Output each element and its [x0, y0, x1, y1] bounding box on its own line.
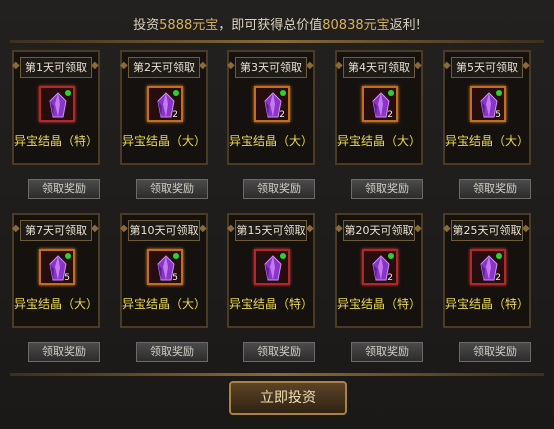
card-day-title: 第10天可领取: [128, 220, 200, 241]
claim-reward-button[interactable]: 领取奖励: [459, 179, 531, 199]
item-name: 异宝结晶（特）: [14, 134, 99, 148]
ornament-right-icon: ◆: [522, 223, 530, 234]
reward-card: ◆ ◆ 第10天可领取 5 异宝结晶（大）: [120, 213, 208, 328]
reward-card: ◆ ◆ 第5天可领取 5 异宝结晶（大）: [443, 50, 531, 165]
top-divider: [10, 40, 544, 43]
item-count: 2: [279, 110, 285, 120]
item-name: 异宝结晶（大）: [445, 134, 530, 148]
new-indicator-icon: [388, 90, 394, 96]
crystal-icon: [264, 255, 282, 281]
investment-summary: 投资5888元宝，即可获得总价值80838元宝返利!: [0, 14, 554, 33]
ornament-right-icon: ◆: [91, 60, 99, 71]
ornament-right-icon: ◆: [199, 60, 207, 71]
reward-card: ◆ ◆ 第1天可领取 异宝结晶（特）: [12, 50, 100, 165]
item-slot[interactable]: 5: [39, 249, 75, 285]
item-count: 2: [387, 273, 393, 283]
bottom-divider: [10, 373, 544, 376]
card-day-title: 第25天可领取: [451, 220, 523, 241]
item-count: 2: [495, 273, 501, 283]
invest-amount: 5888元宝: [159, 18, 219, 33]
ornament-right-icon: ◆: [306, 223, 314, 234]
ornament-right-icon: ◆: [522, 60, 530, 71]
card-day-title: 第3天可领取: [235, 57, 307, 78]
item-slot[interactable]: 5: [470, 86, 506, 122]
item-name: 异宝结晶（特）: [445, 297, 530, 311]
new-indicator-icon: [496, 90, 502, 96]
new-indicator-icon: [388, 253, 394, 259]
summary-suffix: 返利!: [389, 18, 421, 33]
item-name: 异宝结晶（特）: [337, 297, 422, 311]
claim-reward-button[interactable]: 领取奖励: [351, 179, 423, 199]
item-slot[interactable]: 2: [362, 249, 398, 285]
card-day-title: 第2天可领取: [128, 57, 200, 78]
ornament-right-icon: ◆: [199, 223, 207, 234]
item-name: 异宝结晶（大）: [122, 297, 207, 311]
reward-card: ◆ ◆ 第7天可领取 5 异宝结晶（大）: [12, 213, 100, 328]
reward-card: ◆ ◆ 第3天可领取 2 异宝结晶（大）: [227, 50, 315, 165]
claim-reward-button[interactable]: 领取奖励: [243, 179, 315, 199]
item-slot[interactable]: 2: [254, 86, 290, 122]
claim-reward-button[interactable]: 领取奖励: [243, 342, 315, 362]
crystal-icon: [49, 92, 67, 118]
item-count: 2: [387, 110, 393, 120]
item-slot[interactable]: 2: [147, 86, 183, 122]
total-value: 80838元宝: [322, 18, 390, 33]
new-indicator-icon: [173, 253, 179, 259]
card-day-title: 第7天可领取: [20, 220, 92, 241]
item-name: 异宝结晶（大）: [14, 297, 99, 311]
reward-card: ◆ ◆ 第20天可领取 2 异宝结晶（特）: [335, 213, 423, 328]
invest-now-button[interactable]: 立即投资: [229, 381, 347, 415]
new-indicator-icon: [280, 253, 286, 259]
ornament-right-icon: ◆: [306, 60, 314, 71]
item-name: 异宝结晶（大）: [122, 134, 207, 148]
item-name: 异宝结晶（大）: [229, 134, 314, 148]
new-indicator-icon: [280, 90, 286, 96]
new-indicator-icon: [65, 90, 71, 96]
claim-reward-button[interactable]: 领取奖励: [351, 342, 423, 362]
item-slot[interactable]: 2: [470, 249, 506, 285]
item-count: 5: [495, 110, 501, 120]
claim-reward-button[interactable]: 领取奖励: [136, 342, 208, 362]
ornament-right-icon: ◆: [91, 223, 99, 234]
card-day-title: 第20天可领取: [343, 220, 415, 241]
item-slot[interactable]: [39, 86, 75, 122]
item-name: 异宝结晶（大）: [337, 134, 422, 148]
claim-reward-button[interactable]: 领取奖励: [136, 179, 208, 199]
summary-prefix: 投资: [133, 18, 160, 33]
card-day-title: 第15天可领取: [235, 220, 307, 241]
card-day-title: 第1天可领取: [20, 57, 92, 78]
summary-middle: ，即可获得总价值: [218, 18, 323, 33]
item-count: 5: [172, 273, 178, 283]
claim-reward-button[interactable]: 领取奖励: [28, 179, 100, 199]
claim-reward-button[interactable]: 领取奖励: [459, 342, 531, 362]
ornament-right-icon: ◆: [414, 223, 422, 234]
new-indicator-icon: [173, 90, 179, 96]
investment-panel: 投资5888元宝，即可获得总价值80838元宝返利! ◆ ◆ 第1天可领取 异宝结晶（…: [0, 0, 554, 429]
reward-card: ◆ ◆ 第25天可领取 2 异宝结晶（特）: [443, 213, 531, 328]
item-slot[interactable]: [254, 249, 290, 285]
card-day-title: 第4天可领取: [343, 57, 415, 78]
item-name: 异宝结晶（特）: [229, 297, 314, 311]
new-indicator-icon: [496, 253, 502, 259]
new-indicator-icon: [65, 253, 71, 259]
item-slot[interactable]: 5: [147, 249, 183, 285]
claim-reward-button[interactable]: 领取奖励: [28, 342, 100, 362]
reward-card: ◆ ◆ 第4天可领取 2 异宝结晶（大）: [335, 50, 423, 165]
ornament-right-icon: ◆: [414, 60, 422, 71]
item-count: 5: [64, 273, 70, 283]
item-slot[interactable]: 2: [362, 86, 398, 122]
reward-card: ◆ ◆ 第2天可领取 2 异宝结晶（大）: [120, 50, 208, 165]
card-day-title: 第5天可领取: [451, 57, 523, 78]
reward-card: ◆ ◆ 第15天可领取 异宝结晶（特）: [227, 213, 315, 328]
item-count: 2: [172, 110, 178, 120]
